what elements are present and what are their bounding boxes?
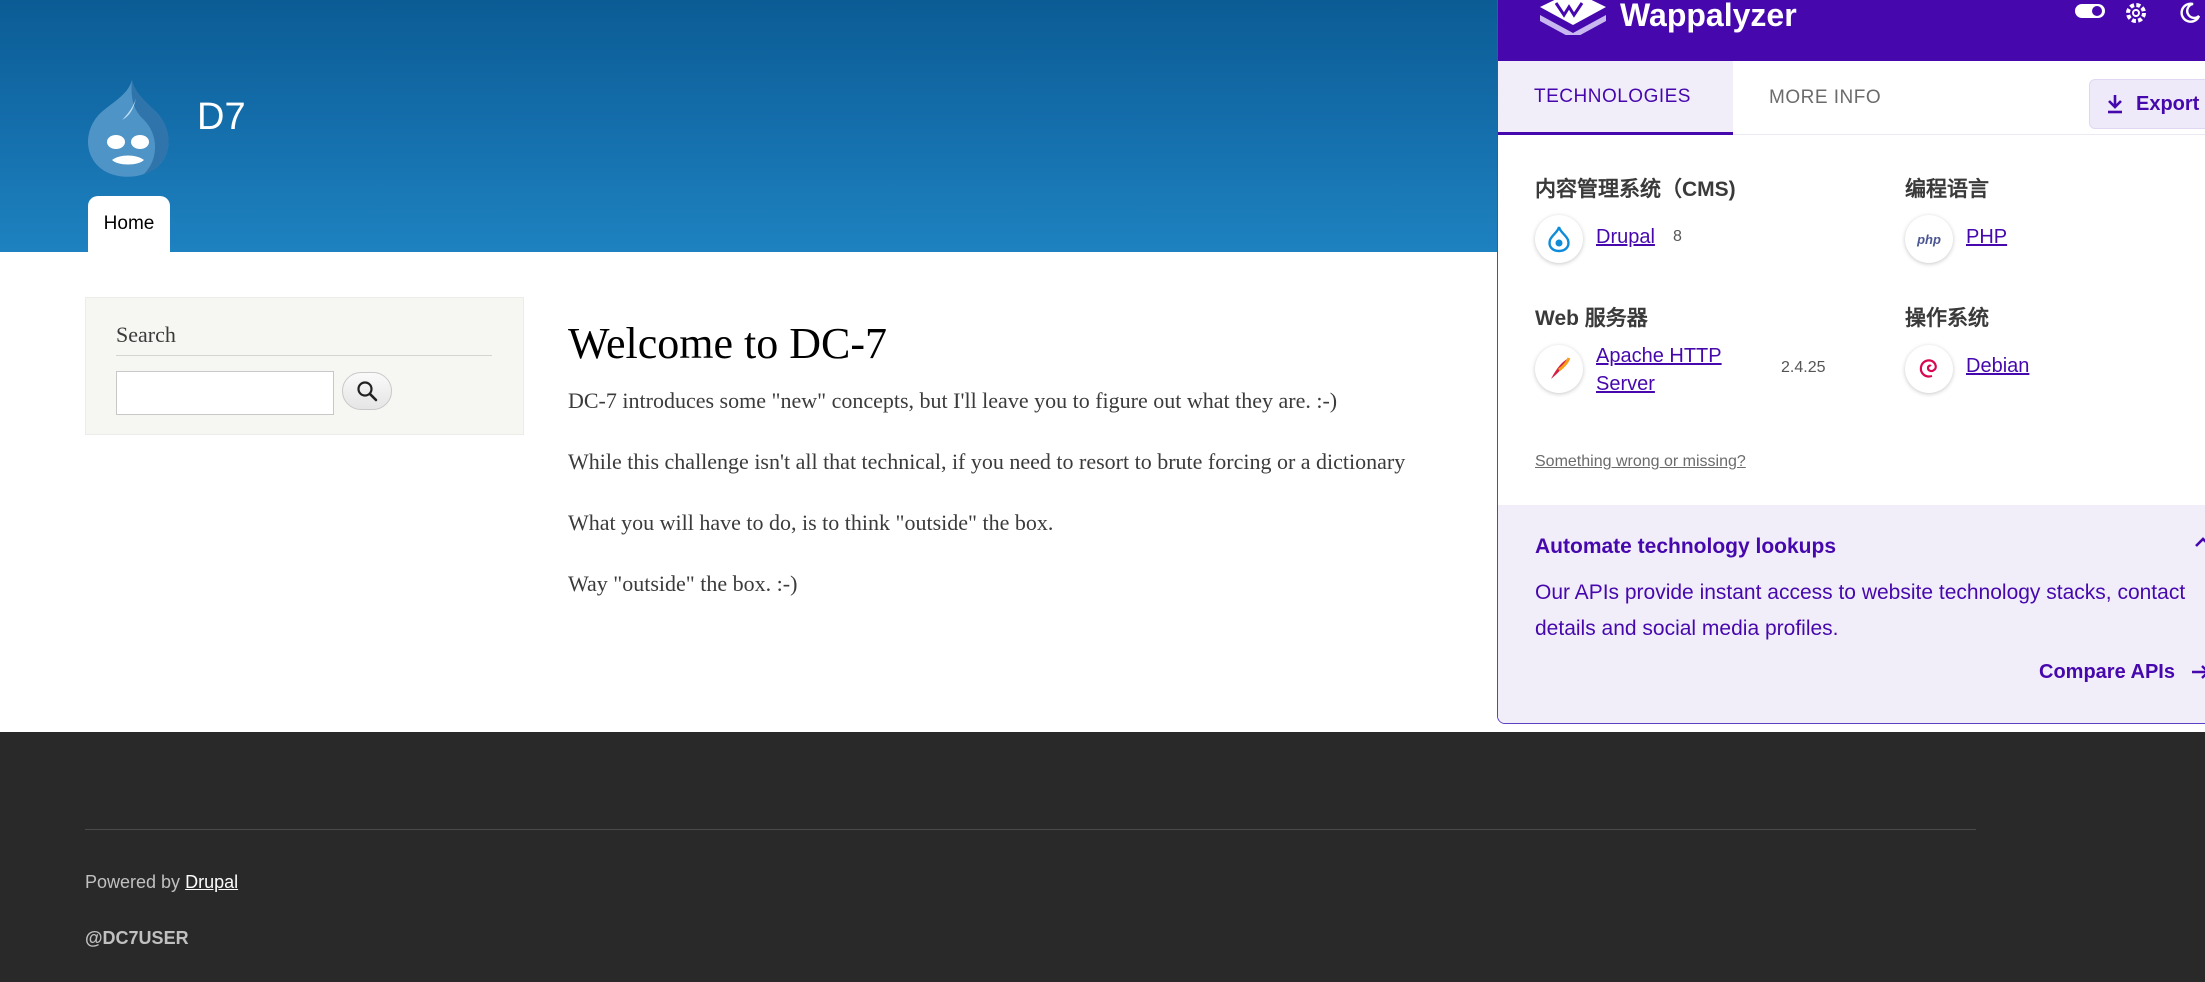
tab-technologies[interactable]: TECHNOLOGIES <box>1498 61 1733 135</box>
tech-debian-link[interactable]: Debian <box>1966 352 2029 380</box>
site-name[interactable]: D7 <box>197 96 246 139</box>
apache-icon[interactable] <box>1535 345 1583 393</box>
divider <box>85 829 1976 830</box>
wappalyzer-popup: Wappalyzer TECHNOLOGIES MORE INFO Export… <box>1497 0 2205 724</box>
api-promo: Automate technology lookups Our APIs pro… <box>1498 505 2205 723</box>
search-button[interactable] <box>342 372 392 410</box>
wappalyzer-brand: Wappalyzer <box>1620 0 1797 33</box>
download-icon <box>2108 95 2122 114</box>
debian-icon[interactable] <box>1905 345 1953 393</box>
nav-tab-home[interactable]: Home <box>88 196 170 252</box>
toggle-icon[interactable] <box>2074 1 2106 21</box>
export-label: Export <box>2136 92 2200 115</box>
wappalyzer-header: Wappalyzer <box>1498 0 2205 61</box>
search-input[interactable] <box>116 371 334 415</box>
powered-by: Powered by Drupal <box>85 872 238 893</box>
search-block-title: Search <box>116 322 176 347</box>
promo-title: Automate technology lookups <box>1535 535 1837 558</box>
drupal-link[interactable]: Drupal <box>185 872 238 892</box>
compare-apis-label: Compare APIs <box>2039 661 2175 683</box>
php-icon[interactable]: php <box>1905 215 1953 263</box>
tech-apache-link[interactable]: Apache HTTP Server <box>1596 342 1722 398</box>
tech-drupal-version: 8 <box>1673 228 1682 245</box>
wappalyzer-logo-icon <box>1540 0 1606 35</box>
category-web-title: Web 服务器 <box>1535 307 1648 330</box>
tech-apache-version: 2.4.25 <box>1781 359 1826 376</box>
powered-by-prefix: Powered by <box>85 872 181 892</box>
tab-more-info[interactable]: MORE INFO <box>1769 61 1881 135</box>
footer-handle: @DC7USER <box>85 928 189 948</box>
php-glyph: php <box>1917 231 1941 247</box>
drupal-logo <box>87 80 169 177</box>
tech-drupal-link[interactable]: Drupal <box>1596 223 1655 251</box>
tech-php-link[interactable]: PHP <box>1966 223 2007 251</box>
tech-apache-line1: Apache HTTP <box>1596 345 1722 367</box>
divider <box>116 355 492 356</box>
category-lang-title: 编程语言 <box>1905 178 1989 201</box>
something-wrong-link[interactable]: Something wrong or missing? <box>1535 453 1746 471</box>
chevron-up-icon[interactable] <box>2193 535 2205 549</box>
promo-text: Our APIs provide instant access to websi… <box>1535 581 2186 640</box>
theme-icon[interactable] <box>2178 1 2202 25</box>
compare-apis-link[interactable]: Compare APIs <box>2039 661 2205 684</box>
tech-apache-line2: Server <box>1596 373 1655 395</box>
arrow-right-icon <box>2191 665 2205 679</box>
export-button[interactable]: Export <box>2089 79 2205 129</box>
category-os-title: 操作系统 <box>1905 307 1989 330</box>
search-icon <box>357 381 378 402</box>
gear-icon[interactable] <box>2124 1 2148 25</box>
site-footer: Powered by Drupal @DC7USER <box>0 732 2205 982</box>
category-cms-title: 内容管理系统（CMS) <box>1535 178 1736 201</box>
search-block: Search <box>85 297 524 435</box>
drupal-icon[interactable] <box>1535 215 1583 263</box>
